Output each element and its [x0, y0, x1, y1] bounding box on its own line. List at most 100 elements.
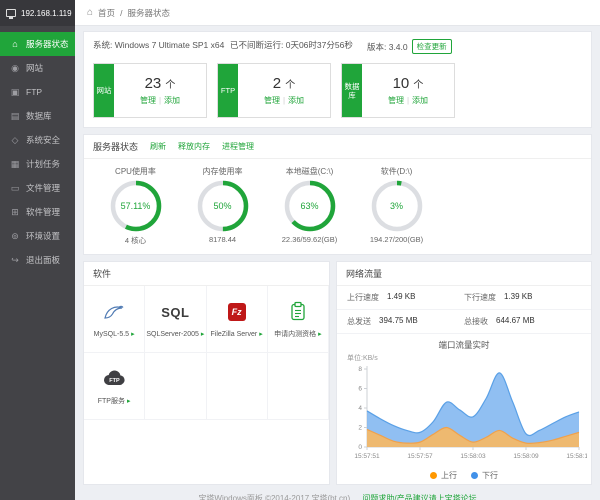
- database-manage-link[interactable]: 管理: [388, 96, 404, 105]
- software-empty-cell: [145, 353, 206, 420]
- svg-text:2: 2: [358, 425, 362, 432]
- software-item-sqlserver[interactable]: SQL SQLServer-2005: [145, 286, 206, 353]
- sidebar-item-software[interactable]: ⊞ 软件管理: [0, 200, 75, 224]
- software-panel: 软件 MySQL-5.5 SQL SQLServer-2005 Fz: [83, 261, 330, 485]
- website-add-link[interactable]: 添加: [164, 96, 180, 105]
- grid-icon: ⊞: [10, 207, 20, 218]
- svg-text:0: 0: [358, 444, 362, 451]
- overview-panel: 系统: Windows 7 Ultimate SP1 x64 已不间断运行: 0…: [83, 31, 592, 128]
- server-status-panel: 服务器状态 刷新 释放内存 进程管理 CPU使用率 57.11% 4 核心 内存…: [83, 134, 592, 255]
- website-card-tab: 网站: [94, 64, 114, 117]
- breadcrumb-home[interactable]: 首页: [98, 7, 115, 19]
- free-memory-link[interactable]: 释放内存: [178, 141, 210, 152]
- sidebar-item-label: 文件管理: [26, 182, 60, 194]
- folder-icon: ▭: [10, 183, 20, 194]
- software-item-beta-apply[interactable]: 申请内测资格: [268, 286, 329, 353]
- server-monitor-icon: [6, 9, 16, 17]
- ftp-count: 2 个: [273, 75, 296, 92]
- sidebar-item-label: 软件管理: [26, 206, 60, 218]
- uptime-info: 已不间断运行: 0天06时37分56秒: [230, 39, 367, 54]
- sidebar-item-server-status[interactable]: ⌂ 服务器状态: [0, 32, 75, 56]
- software-empty-cell: [268, 353, 329, 420]
- sidebar-item-logout[interactable]: ↪ 退出面板: [0, 248, 75, 272]
- version-label: 版本: 3.4.0: [367, 41, 408, 53]
- process-manager-link[interactable]: 进程管理: [222, 141, 254, 152]
- home-icon: ⌂: [87, 7, 93, 18]
- sidebar-item-label: 环境设置: [26, 230, 60, 242]
- check-update-button[interactable]: 检查更新: [412, 39, 452, 54]
- globe-icon: ◉: [10, 63, 20, 74]
- sidebar-item-label: 计划任务: [26, 158, 60, 170]
- refresh-link[interactable]: 刷新: [150, 141, 166, 152]
- server-ip-block[interactable]: 192.168.1.119: [0, 0, 75, 26]
- sidebar-item-label: 系统安全: [26, 134, 60, 146]
- upload-marker-icon: [430, 472, 437, 479]
- speed-row: 上行速度1.49 KB 下行速度1.39 KB: [337, 286, 591, 310]
- sidebar-item-settings[interactable]: ⊚ 环境设置: [0, 224, 75, 248]
- total-recv-value: 644.67 MB: [496, 316, 535, 327]
- home-icon: ⌂: [10, 39, 20, 49]
- sidebar-item-label: 服务器状态: [26, 38, 69, 50]
- sidebar-item-files[interactable]: ▭ 文件管理: [0, 176, 75, 200]
- website-manage-link[interactable]: 管理: [140, 96, 156, 105]
- ftp-icon: ▣: [10, 87, 20, 98]
- sidebar-item-label: 网站: [26, 62, 43, 74]
- sidebar-menu: ⌂ 服务器状态 ◉ 网站 ▣ FTP ▤ 数据库 ◇ 系统安全 ▦ 计划任务 ▭…: [0, 26, 75, 272]
- network-panel-title: 网络流量: [346, 267, 382, 280]
- footer-forum-link[interactable]: 问题求助/产品建议请上宝塔论坛: [362, 494, 476, 500]
- sidebar-item-label: FTP: [26, 87, 42, 97]
- server-status-title: 服务器状态: [93, 140, 138, 153]
- svg-text:8: 8: [358, 366, 362, 373]
- website-stat-card: 网站 23 个 管理|添加: [93, 63, 207, 118]
- ftp-add-link[interactable]: 添加: [288, 96, 304, 105]
- shield-icon: ◇: [10, 135, 20, 146]
- legend-upload[interactable]: 上行: [430, 470, 457, 481]
- software-item-filezilla[interactable]: Fz FileZilla Server: [207, 286, 268, 353]
- gear-icon: ⊚: [10, 231, 20, 242]
- database-add-link[interactable]: 添加: [412, 96, 428, 105]
- breadcrumb-separator: /: [120, 8, 122, 18]
- beta-apply-clipboard-icon: [289, 299, 307, 323]
- database-card-tab: 数据库: [342, 64, 362, 117]
- footer-copyright: 宝塔Windows面板 ©2014-2017 宝塔(bt.cn): [198, 494, 350, 500]
- chart-unit-label: 单位:KB/s: [347, 353, 591, 363]
- main-area: ⌂ 首页 / 服务器状态 系统: Windows 7 Ultimate SP1 …: [75, 0, 600, 500]
- software-item-ftp-service[interactable]: FTP FTP服务: [84, 353, 145, 420]
- breadcrumb-current: 服务器状态: [127, 7, 170, 19]
- cpu-gauge: CPU使用率 57.11% 4 核心: [92, 166, 179, 246]
- database-stat-card: 数据库 10 个 管理|添加: [341, 63, 455, 118]
- mysql-dolphin-icon: [103, 300, 125, 324]
- svg-text:FTP: FTP: [109, 378, 120, 384]
- svg-text:4: 4: [358, 405, 362, 412]
- system-info-row: 系统: Windows 7 Ultimate SP1 x64 已不间断运行: 0…: [84, 32, 591, 59]
- traffic-chart: 0246815:57:5115:57:5715:58:0315:58:0915:…: [341, 363, 587, 467]
- stat-cards-row: 网站 23 个 管理|添加 FTP 2 个 管理|添加 数据库: [84, 59, 591, 127]
- version-info: 版本: 3.4.0 检查更新: [367, 39, 452, 54]
- logout-icon: ↪: [10, 255, 20, 266]
- ftp-cloud-icon: FTP: [101, 366, 127, 390]
- chart-title: 端口流量实时: [337, 339, 591, 351]
- software-panel-title: 软件: [93, 267, 111, 280]
- server-ip: 192.168.1.119: [21, 9, 72, 18]
- software-item-mysql[interactable]: MySQL-5.5: [84, 286, 145, 353]
- svg-text:15:58:15: 15:58:15: [566, 453, 587, 460]
- ftp-manage-link[interactable]: 管理: [264, 96, 280, 105]
- sidebar: 192.168.1.119 ⌂ 服务器状态 ◉ 网站 ▣ FTP ▤ 数据库 ◇…: [0, 0, 75, 500]
- svg-text:6: 6: [358, 386, 362, 393]
- os-info: 系统: Windows 7 Ultimate SP1 x64: [93, 39, 230, 54]
- sidebar-item-security[interactable]: ◇ 系统安全: [0, 128, 75, 152]
- software-empty-cell: [207, 353, 268, 420]
- sidebar-item-website[interactable]: ◉ 网站: [0, 56, 75, 80]
- gauges-row: CPU使用率 57.11% 4 核心 内存使用率 50% 8178.44 本地磁…: [84, 159, 591, 254]
- total-row: 总发送394.75 MB 总接收644.67 MB: [337, 310, 591, 334]
- ftp-stat-card: FTP 2 个 管理|添加: [217, 63, 331, 118]
- sidebar-item-database[interactable]: ▤ 数据库: [0, 104, 75, 128]
- total-recv-label: 总接收: [464, 316, 488, 327]
- upload-speed-value: 1.49 KB: [387, 292, 415, 303]
- legend-download[interactable]: 下行: [471, 470, 498, 481]
- chart-legend: 上行 下行: [337, 470, 591, 481]
- ftp-card-tab: FTP: [218, 64, 238, 117]
- breadcrumb: ⌂ 首页 / 服务器状态: [75, 0, 600, 26]
- sidebar-item-cron[interactable]: ▦ 计划任务: [0, 152, 75, 176]
- sidebar-item-ftp[interactable]: ▣ FTP: [0, 80, 75, 104]
